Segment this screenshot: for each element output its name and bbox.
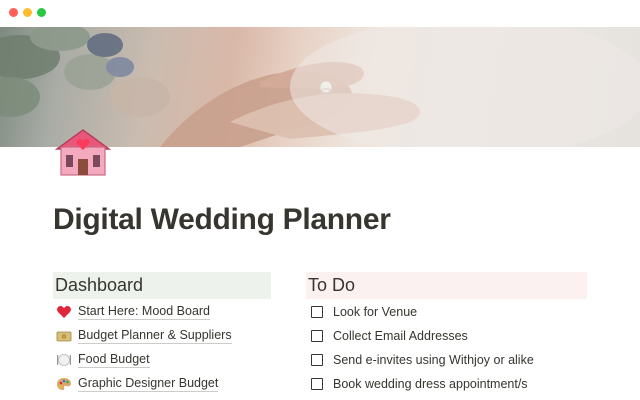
dashboard-link-label: Graphic Designer Budget: [78, 376, 219, 392]
page-title[interactable]: Digital Wedding Planner: [53, 203, 391, 237]
dashboard-links: Start Here: Mood Board Budget Planner & …: [53, 300, 271, 396]
todo-checkbox[interactable]: [311, 354, 323, 366]
todo-checkbox[interactable]: [311, 330, 323, 342]
dashboard-link-label: Budget Planner & Suppliers: [78, 328, 232, 344]
dashboard-link-label: Food Budget: [78, 352, 150, 368]
artist-palette-icon: [57, 378, 71, 390]
dashboard-link-label: Start Here: Mood Board: [78, 304, 211, 320]
close-window-button[interactable]: [9, 8, 18, 17]
dashboard-column: Dashboard Start Here: Mood Board Budget …: [53, 272, 271, 396]
dashboard-link-graphic-designer[interactable]: Graphic Designer Budget: [53, 372, 271, 396]
todo-item: Collect Email Addresses: [306, 324, 587, 348]
zoom-window-button[interactable]: [37, 8, 46, 17]
todo-item: Book wedding dress appointment/s: [306, 372, 587, 396]
todo-item-label[interactable]: Book wedding dress appointment/s: [333, 377, 528, 391]
todo-list: Look for Venue Collect Email Addresses S…: [306, 300, 587, 396]
todo-checkbox[interactable]: [311, 306, 323, 318]
todo-checkbox[interactable]: [311, 378, 323, 390]
todo-item-label[interactable]: Look for Venue: [333, 305, 417, 319]
red-heart-icon: [57, 306, 71, 318]
minimize-window-button[interactable]: [23, 8, 32, 17]
dashboard-heading[interactable]: Dashboard: [53, 272, 271, 299]
todo-item-label[interactable]: Send e-invites using Withjoy or alike: [333, 353, 534, 367]
todo-heading[interactable]: To Do: [306, 272, 587, 299]
dashboard-link-mood-board[interactable]: Start Here: Mood Board: [53, 300, 271, 324]
dashboard-link-food-budget[interactable]: Food Budget: [53, 348, 271, 372]
todo-item: Look for Venue: [306, 300, 587, 324]
todo-item-label[interactable]: Collect Email Addresses: [333, 329, 468, 343]
house-with-heart-icon[interactable]: [53, 127, 113, 177]
dashboard-link-budget-planner[interactable]: Budget Planner & Suppliers: [53, 324, 271, 348]
plate-cutlery-icon: [57, 354, 71, 366]
money-icon: [56, 331, 72, 342]
todo-column: To Do Look for Venue Collect Email Addre…: [306, 272, 587, 396]
window-titlebar: [0, 0, 640, 27]
todo-item: Send e-invites using Withjoy or alike: [306, 348, 587, 372]
